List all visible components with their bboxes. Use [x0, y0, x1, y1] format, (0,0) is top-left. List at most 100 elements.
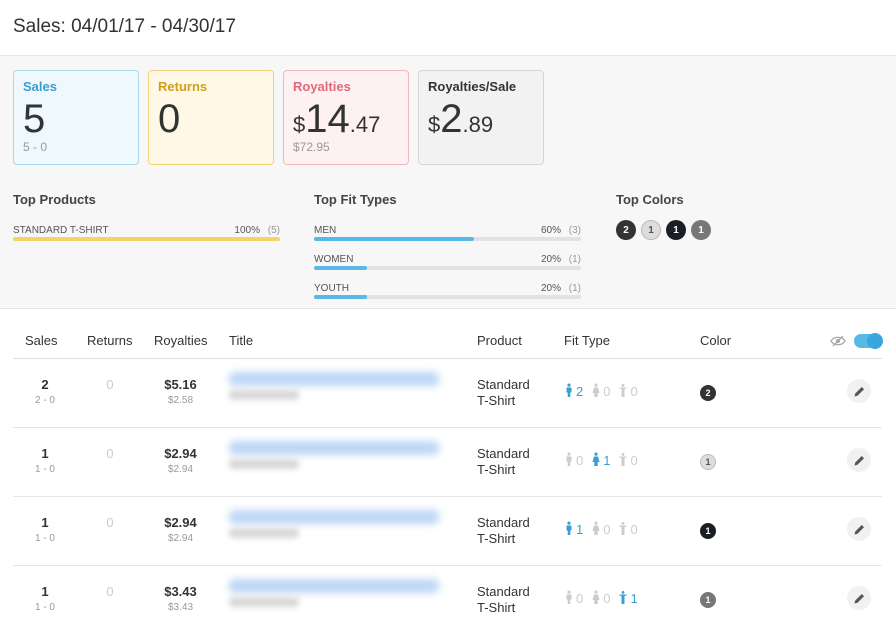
pencil-icon: [854, 455, 864, 465]
page-title: Sales: 04/01/17 - 04/30/17: [13, 16, 236, 37]
sales-table: Sales Returns Royalties Title Product Fi…: [13, 324, 883, 633]
youth-fit-icon: [618, 521, 628, 538]
men-fit-icon: [564, 452, 574, 469]
row-product: Standard T-Shirt: [477, 515, 547, 547]
row-fit-count: 0: [603, 591, 611, 606]
fit-bar-row: WOMEN 20% (1): [314, 254, 581, 274]
royalties-card-label: Royalties: [293, 79, 351, 94]
col-color[interactable]: Color: [700, 333, 731, 348]
royalties-decimal: .47: [349, 112, 381, 137]
fit-bar-track: [314, 295, 581, 299]
top-products: Top Products STANDARD T-SHIRT 100% (5): [13, 192, 280, 241]
row-fit-count: 0: [576, 453, 584, 468]
edit-button[interactable]: [847, 517, 871, 541]
table-row[interactable]: 1 1 - 0 0 $3.43 $3.43 Standard T-Shirt 0 0 1 1: [13, 566, 882, 633]
row-product-line1: Standard: [477, 584, 530, 599]
col-title[interactable]: Title: [229, 333, 253, 348]
row-fit-types: 0 1 0: [564, 452, 642, 469]
rps-decimal: .89: [462, 112, 494, 137]
row-royalty-sub: $2.94: [167, 464, 194, 475]
fit-bar-fill: [314, 237, 475, 241]
row-sales: 2: [41, 377, 49, 392]
blur-toggle-switch[interactable]: [854, 333, 883, 349]
fit-bar-percent: 60%: [540, 225, 561, 236]
col-fit-type[interactable]: Fit Type: [564, 333, 610, 348]
edit-button[interactable]: [847, 586, 871, 610]
product-bar-track: [13, 237, 280, 241]
row-royalty: $2.94: [164, 446, 197, 461]
row-subtitle-blurred: [229, 459, 299, 469]
rps-currency: $: [428, 112, 441, 137]
table-header: Sales Returns Royalties Title Product Fi…: [13, 324, 883, 359]
row-fit-item: 0: [618, 521, 638, 538]
fit-bar-fill: [314, 266, 368, 270]
women-fit-icon: [591, 452, 601, 469]
row-sales-sub: 1 - 0: [34, 602, 55, 613]
row-returns: 0: [106, 584, 114, 599]
table-row[interactable]: 1 1 - 0 0 $2.94 $2.94 Standard T-Shirt 0 1 0 1: [13, 428, 882, 497]
top-products-title: Top Products: [13, 192, 96, 207]
row-product: Standard T-Shirt: [477, 584, 547, 616]
row-fit-count: 1: [630, 591, 638, 606]
top-colors: Top Colors: [616, 192, 684, 207]
product-bar-row: STANDARD T-SHIRT 100% (5): [13, 225, 280, 245]
rps-card-value: $2.89: [428, 97, 493, 147]
pencil-icon: [854, 593, 864, 603]
pencil-icon: [854, 386, 864, 396]
row-subtitle-blurred: [229, 528, 299, 538]
row-color-swatch: 1: [700, 454, 716, 470]
product-bar-count: (5): [267, 225, 280, 236]
row-product-line2: T-Shirt: [477, 531, 516, 546]
row-fit-item: 0: [591, 521, 610, 538]
color-swatch[interactable]: 1: [666, 220, 686, 240]
women-fit-icon: [591, 590, 601, 607]
row-fit-item: 0: [591, 383, 610, 400]
row-sales: 1: [41, 446, 49, 461]
table-row[interactable]: 1 1 - 0 0 $2.94 $2.94 Standard T-Shirt 1 0 0 1: [13, 497, 882, 566]
row-subtitle-blurred: [229, 597, 299, 607]
youth-fit-icon: [618, 590, 628, 607]
row-fit-count: 0: [603, 384, 611, 399]
row-title-blurred[interactable]: [229, 579, 439, 593]
row-fit-count: 0: [630, 384, 638, 399]
row-product: Standard T-Shirt: [477, 377, 547, 409]
sales-card-sub: 5 - 0: [23, 140, 48, 154]
row-title-blurred[interactable]: [229, 372, 439, 386]
col-sales[interactable]: Sales: [25, 333, 58, 348]
row-color-swatch: 1: [700, 592, 716, 608]
row-title-blurred[interactable]: [229, 441, 439, 455]
fit-bar-count: (1): [568, 254, 581, 265]
row-title-blurred[interactable]: [229, 510, 439, 524]
color-swatch[interactable]: 2: [616, 220, 636, 240]
product-bar-fill: [13, 237, 280, 241]
row-fit-count: 1: [576, 522, 584, 537]
top-colors-title: Top Colors: [616, 192, 684, 207]
row-fit-item: 0: [618, 383, 638, 400]
fit-bar-track: [314, 266, 581, 270]
fit-bar-count: (3): [568, 225, 581, 236]
row-fit-item: 0: [564, 452, 583, 469]
color-swatch[interactable]: 1: [691, 220, 711, 240]
table-row[interactable]: 2 2 - 0 0 $5.16 $2.58 Standard T-Shirt 2 0 0 2: [13, 359, 882, 428]
men-fit-icon: [564, 590, 574, 607]
row-royalty: $2.94: [164, 515, 197, 530]
col-product[interactable]: Product: [477, 333, 522, 348]
row-returns: 0: [106, 377, 114, 392]
row-returns: 0: [106, 515, 114, 530]
royalties-whole: 14: [305, 97, 350, 141]
returns-card-label: Returns: [158, 79, 208, 94]
row-sales: 1: [41, 515, 49, 530]
row-product-line1: Standard: [477, 446, 530, 461]
edit-button[interactable]: [847, 379, 871, 403]
fit-bar-fill: [314, 295, 368, 299]
edit-button[interactable]: [847, 448, 871, 472]
eye-slash-icon[interactable]: [830, 333, 846, 349]
top-fit-types-title: Top Fit Types: [314, 192, 397, 207]
color-swatch[interactable]: 1: [641, 220, 661, 240]
col-returns[interactable]: Returns: [87, 333, 133, 348]
row-product: Standard T-Shirt: [477, 446, 547, 478]
col-royalties[interactable]: Royalties: [154, 333, 207, 348]
switch-knob: [867, 333, 883, 349]
row-fit-count: 0: [576, 591, 584, 606]
row-fit-item: 1: [618, 590, 638, 607]
